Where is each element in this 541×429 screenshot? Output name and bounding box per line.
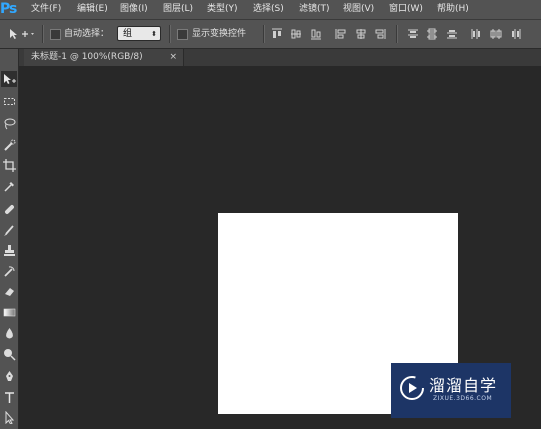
- eraser-icon: [4, 287, 14, 296]
- history-brush-tool[interactable]: [1, 263, 17, 279]
- align-horizontal-centers-icon[interactable]: [355, 28, 367, 40]
- move-icon: [10, 28, 34, 39]
- align-bottom-edges-icon[interactable]: [310, 28, 322, 40]
- menu-type[interactable]: 类型(Y): [207, 0, 238, 19]
- distribute-top-edges-icon[interactable]: [407, 28, 419, 40]
- options-bar: 自动选择： 组 ⬍ 显示变换控件: [0, 20, 541, 49]
- move-tool-preset[interactable]: [8, 26, 34, 42]
- quick-selection-icon: [3, 139, 15, 151]
- tools-panel: [0, 49, 19, 429]
- show-transform-label: 显示变换控件: [192, 29, 247, 39]
- watermark-badge: 溜溜自学 ZIXUE.3D66.COM: [391, 363, 511, 418]
- eyedropper-icon: [3, 181, 14, 192]
- gradient-icon: [3, 308, 15, 316]
- auto-select-label: 自动选择：: [64, 29, 110, 39]
- auto-select-checkbox[interactable]: [50, 29, 61, 40]
- crop-icon: [2, 158, 16, 172]
- align-top-edges-icon[interactable]: [271, 28, 283, 40]
- distribute-right-edges-icon[interactable]: [510, 28, 522, 40]
- options-separator: [263, 25, 265, 43]
- pen-tool[interactable]: [1, 368, 17, 384]
- marquee-tool[interactable]: [1, 93, 17, 109]
- menu-filter[interactable]: 滤镜(T): [299, 0, 330, 19]
- options-separator: [42, 25, 44, 43]
- path-selection-icon: [5, 410, 14, 424]
- gradient-tool[interactable]: [1, 304, 17, 320]
- path-selection-tool[interactable]: [1, 409, 17, 425]
- history-brush-icon: [3, 265, 14, 277]
- menu-help[interactable]: 帮助(H): [437, 0, 469, 19]
- menu-image[interactable]: 图像(I): [120, 0, 148, 19]
- crop-tool[interactable]: [1, 157, 17, 173]
- menu-window[interactable]: 窗口(W): [389, 0, 423, 19]
- watermark-subtitle: ZIXUE.3D66.COM: [433, 395, 493, 402]
- distribute-vertical-centers-icon[interactable]: [426, 28, 438, 40]
- align-left-edges-icon[interactable]: [335, 28, 347, 40]
- menu-select[interactable]: 选择(S): [253, 0, 284, 19]
- align-right-edges-icon[interactable]: [374, 28, 386, 40]
- document-tab-bar: 未标题-1 @ 100%(RGB/8) ×: [18, 49, 541, 66]
- menu-layer[interactable]: 图层(L): [163, 0, 193, 19]
- close-icon[interactable]: ×: [169, 49, 177, 66]
- photoshop-logo: Ps: [0, 1, 17, 17]
- blur-tool[interactable]: [1, 325, 17, 341]
- bandage-icon: [4, 204, 14, 214]
- rectangular-marquee-icon: [3, 97, 15, 105]
- show-transform-checkbox[interactable]: [177, 29, 188, 40]
- distribute-horizontal-centers-icon[interactable]: [490, 28, 502, 40]
- document-tab[interactable]: 未标题-1 @ 100%(RGB/8) ×: [24, 49, 184, 66]
- document-tab-title: 未标题-1 @ 100%(RGB/8): [31, 52, 143, 62]
- distribute-left-edges-icon[interactable]: [470, 28, 482, 40]
- brush-icon: [3, 224, 14, 236]
- quick-selection-tool[interactable]: [1, 137, 17, 153]
- drop-icon: [5, 327, 13, 338]
- watermark-title: 溜溜自学: [429, 376, 498, 395]
- stamp-icon: [3, 244, 15, 256]
- move-icon: [3, 73, 16, 84]
- clone-stamp-tool[interactable]: [1, 242, 17, 258]
- menu-view[interactable]: 视图(V): [343, 0, 374, 19]
- align-vertical-centers-icon[interactable]: [290, 28, 302, 40]
- options-separator: [396, 25, 398, 43]
- auto-select-dropdown[interactable]: 组 ⬍: [117, 26, 161, 41]
- menu-edit[interactable]: 编辑(E): [77, 0, 108, 19]
- brush-tool[interactable]: [1, 222, 17, 238]
- options-separator: [169, 25, 171, 43]
- move-tool[interactable]: [1, 71, 17, 87]
- dropdown-arrow-icon: ⬍: [151, 30, 157, 38]
- menu-bar: Ps 文件(F) 编辑(E) 图像(I) 图层(L) 类型(Y) 选择(S) 滤…: [0, 0, 541, 20]
- distribute-bottom-edges-icon[interactable]: [446, 28, 458, 40]
- menu-file[interactable]: 文件(F): [31, 0, 61, 19]
- dodge-tool[interactable]: [1, 346, 17, 362]
- play-logo-icon: [400, 376, 424, 400]
- type-tool[interactable]: [1, 389, 17, 405]
- eraser-tool[interactable]: [1, 283, 17, 299]
- lasso-icon: [4, 118, 15, 129]
- dodge-icon: [3, 348, 16, 361]
- healing-brush-tool[interactable]: [1, 201, 17, 217]
- lasso-tool[interactable]: [1, 115, 17, 131]
- auto-select-value: 组: [123, 29, 133, 39]
- pen-icon: [5, 370, 13, 381]
- type-icon: [4, 391, 14, 403]
- eyedropper-tool[interactable]: [1, 178, 17, 194]
